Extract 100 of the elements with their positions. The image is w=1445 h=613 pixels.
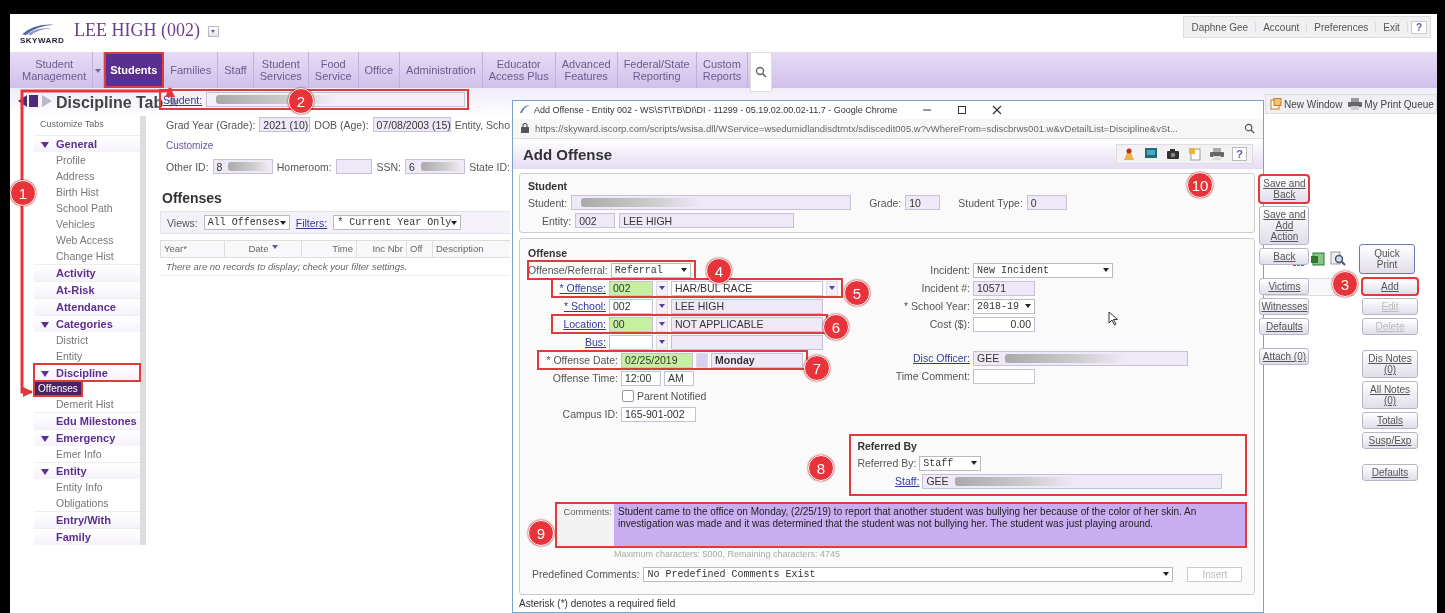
column-header[interactable]: Off [407, 241, 433, 257]
field-label: Incident #: [920, 282, 970, 294]
action-button[interactable]: Add [1362, 278, 1418, 295]
grad-year-field: 2021 (10) [259, 117, 311, 132]
sidebar-group[interactable]: Edu Milestones [34, 412, 140, 429]
disc-officer-field: GEE [973, 350, 1188, 366]
field-label: Campus ID: [561, 408, 618, 420]
disc-officer-link[interactable]: Disc Officer: [872, 352, 970, 364]
action-button[interactable]: Save and Back [1259, 175, 1310, 203]
column-header[interactable]: Time [302, 241, 357, 257]
staff-field: GEE [922, 473, 1223, 489]
sidebar-item[interactable]: Address [34, 168, 140, 184]
sidebar-item[interactable]: Demerit Hist [34, 396, 140, 412]
views-select[interactable]: All Offenses [203, 215, 290, 230]
sidebar-item[interactable]: Emer Info [34, 446, 140, 462]
referred-by-select[interactable]: Staff [919, 455, 982, 471]
description-field[interactable]: HAR/BUL RACE [671, 280, 823, 296]
field-label: Incident: [929, 264, 970, 276]
sidebar-group[interactable]: General [34, 135, 140, 152]
column-header[interactable]: Year* [161, 241, 225, 257]
sidebar-group[interactable]: Emergency [34, 429, 140, 446]
panel-title: Referred By [857, 440, 917, 452]
predefined-comments-select[interactable]: No Predefined Comments Exist [643, 566, 1174, 582]
action-button[interactable]: Back [1259, 248, 1310, 265]
filters-link[interactable]: Filters: [295, 216, 328, 229]
time-field[interactable]: 12:00 [621, 370, 661, 386]
description-field[interactable]: NOT APPLICABLE [671, 316, 823, 332]
print-queue-button[interactable]: My Print Queue [1348, 98, 1434, 110]
sidebar-item[interactable]: Vehicles [34, 216, 140, 232]
action-button[interactable]: Dis Notes (0) [1362, 350, 1418, 378]
new-window-button[interactable]: New Window [1270, 98, 1343, 110]
panel-title: Student [528, 180, 568, 192]
sidebar-group[interactable]: Discipline [34, 364, 140, 381]
sidebar-group[interactable]: Family [34, 528, 140, 545]
code-field[interactable]: 002 [609, 280, 653, 296]
field-label: SSN: [376, 160, 401, 173]
description-field[interactable]: LEE HIGH [671, 298, 823, 314]
customize-tabs-link[interactable]: Customize Tabs [34, 116, 140, 135]
quick-print-button[interactable]: Quick Print [1359, 244, 1415, 274]
sidebar-item[interactable]: School Path [34, 200, 140, 216]
action-button[interactable]: Defaults [1259, 318, 1310, 335]
field-link[interactable]: Location: [552, 318, 606, 330]
meridiem-field[interactable]: AM [664, 370, 694, 386]
sidebar-item[interactable]: Profile [34, 152, 140, 168]
sidebar-item[interactable]: Birth Hist [34, 184, 140, 200]
cost-field[interactable]: 0.00 [973, 316, 1035, 332]
code-field[interactable]: 00 [609, 316, 653, 332]
column-header[interactable]: Date [225, 241, 302, 257]
action-button[interactable]: Save and Add Action [1259, 206, 1310, 245]
field-link[interactable]: * Offense: [552, 282, 606, 294]
user-menu-link[interactable]: Exit [1376, 21, 1408, 33]
field-label: Views: [167, 216, 198, 229]
action-button[interactable]: All Notes (0) [1362, 381, 1418, 409]
sidebar-item[interactable]: Entity [34, 348, 140, 364]
field-label: DOB (Age): [314, 118, 369, 131]
nav-tab[interactable]: Students [104, 52, 165, 88]
field-label: Homeroom: [276, 160, 332, 173]
code-field[interactable]: 002 [609, 298, 653, 314]
field-label: Entity: [541, 214, 572, 227]
staff-link[interactable]: Staff: [857, 475, 920, 487]
field-label: Time Comment: [894, 370, 970, 382]
action-button[interactable]: Defaults [1362, 464, 1418, 481]
school-year-select[interactable]: 2018-19 [973, 298, 1035, 314]
incident-select[interactable]: New Incident [973, 262, 1113, 278]
sidebar-group[interactable]: At-Risk [34, 281, 140, 298]
sidebar-group[interactable]: Attendance [34, 298, 140, 315]
character-count: Maximum characters: 5000, Remaining characters: 4745 [614, 549, 842, 559]
field-link[interactable]: * School: [552, 300, 606, 312]
sidebar-group[interactable]: Activity [34, 264, 140, 281]
sidebar-group[interactable]: Categories [34, 315, 140, 332]
action-button[interactable]: Victims [1259, 278, 1310, 295]
help-button[interactable]: ? [1232, 147, 1247, 161]
user-menu-link[interactable]: Account [1256, 21, 1308, 33]
user-menu-link[interactable]: ? [1410, 20, 1427, 34]
field-label: Cost ($): [928, 318, 970, 330]
date-field[interactable]: 02/25/2019 [621, 352, 693, 368]
user-menu-link[interactable]: Daphne Gee [1184, 21, 1257, 33]
sidebar-item[interactable]: Entity Info [34, 479, 140, 495]
sidebar-item[interactable]: District [34, 332, 140, 348]
sidebar-group[interactable]: Entry/With [34, 511, 140, 528]
customize-link[interactable]: Customize [166, 140, 214, 151]
dialog-title: Add Offense [523, 145, 613, 163]
action-button[interactable]: Witnesses [1259, 298, 1310, 315]
student-link[interactable]: Student: [163, 93, 203, 106]
action-button[interactable]: Susp/Exp [1362, 432, 1418, 449]
offense-referral-select[interactable]: Referral [610, 262, 691, 278]
weekday-field: Monday [711, 352, 803, 368]
comments-field[interactable]: Student came to the office on Monday, (2/25/19) to report that another student was bullying her because of the color of her skin. An investigation was made and it was determined that the student was not bullying her. The student was just playing around. [614, 503, 1247, 547]
campus-id-field[interactable]: 165-901-002 [621, 406, 696, 422]
column-header[interactable]: Inc Nbr [357, 241, 407, 257]
sidebar-item[interactable]: Change Hist [34, 248, 140, 264]
sidebar-item[interactable]: Web Access [34, 232, 140, 248]
field-label: Predefined Comments: [532, 568, 640, 580]
sidebar-group[interactable]: Entity [34, 462, 140, 479]
action-button[interactable]: Attach (0) [1259, 348, 1310, 365]
user-menu-link[interactable]: Preferences [1307, 21, 1377, 33]
sidebar-item[interactable]: Obligations [34, 495, 140, 511]
filter-select[interactable]: * Current Year Only [333, 215, 462, 230]
action-button[interactable]: Totals [1362, 412, 1418, 429]
field-link[interactable]: Bus: [552, 336, 606, 348]
